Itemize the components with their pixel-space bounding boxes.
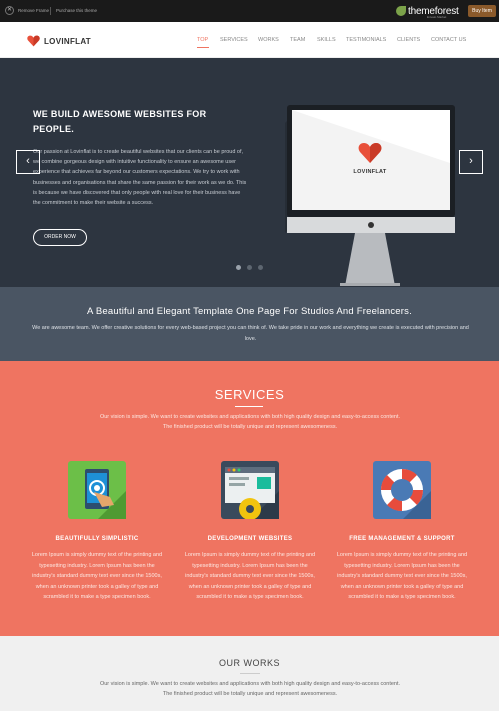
imac-illustration — [285, 105, 455, 286]
slider-dots — [236, 265, 263, 270]
nav-item-team[interactable]: TEAM — [290, 37, 305, 43]
service-card: FREE MANAGEMENT & SUPPORT Lorem Ipsum is… — [332, 461, 472, 603]
hero-text: Our passion at Lovinflat is to create be… — [33, 149, 247, 207]
service-title: DEVELOPMENT WEBSITES — [207, 536, 293, 542]
works-section: OUR WORKS Our vision is simple. We want … — [0, 636, 499, 711]
nav-item-clients[interactable]: CLIENTS — [397, 37, 420, 43]
tagline-section: A Beautiful and Elegant Template One Pag… — [0, 287, 499, 361]
buy-item-button[interactable]: Buy Item — [468, 5, 496, 17]
next-slide-icon[interactable]: › — [459, 150, 483, 174]
prev-slide-icon[interactable]: ‹ — [16, 150, 40, 174]
title-underline — [240, 673, 260, 674]
nav-item-works[interactable]: WORKS — [258, 37, 279, 43]
service-title: FREE MANAGEMENT & SUPPORT — [349, 536, 455, 542]
nav-item-services[interactable]: SERVICES — [220, 37, 248, 43]
brand-subtitle: Envato Market — [427, 15, 447, 19]
title-underline — [235, 406, 263, 407]
active-nav-underline — [197, 47, 209, 48]
service-card: DEVELOPMENT WEBSITES Lorem Ipsum is simp… — [180, 461, 320, 603]
order-now-button[interactable]: ORDER NOW — [33, 229, 87, 246]
remove-frame-link[interactable]: Remove Frame — [18, 8, 49, 13]
purchase-theme-link[interactable]: Purchase this theme — [56, 8, 97, 13]
themeforest-logo[interactable]: themeforest Envato Market — [396, 4, 459, 19]
services-intro-line-1: Our vision is simple. We want to create … — [99, 414, 401, 420]
nav-item-contact[interactable]: CONTACT US — [431, 37, 466, 43]
leaf-icon — [396, 6, 406, 16]
site-header: LOVINFLAT TOP SERVICES WORKS TEAM SKILLS… — [0, 22, 499, 58]
screen-logo-text: LOVINFLAT — [353, 169, 387, 175]
services-title: SERVICES — [214, 387, 285, 402]
tagline-title: A Beautiful and Elegant Template One Pag… — [87, 306, 412, 317]
preview-bar: ✕ Remove Frame Purchase this theme theme… — [0, 0, 499, 22]
close-icon[interactable]: ✕ — [5, 6, 14, 15]
service-card: BEAUTIFULLY SIMPLISTIC Lorem Ipsum is si… — [27, 461, 167, 603]
services-intro: Our vision is simple. We want to create … — [70, 412, 430, 432]
site-logo[interactable]: LOVINFLAT — [27, 35, 91, 47]
logo-text: LOVINFLAT — [44, 36, 91, 46]
slide-dot-active[interactable] — [236, 265, 241, 270]
heart-icon — [27, 35, 40, 47]
service-title: BEAUTIFULLY SIMPLISTIC — [55, 536, 139, 542]
slide-dot[interactable] — [258, 265, 263, 270]
browser-gear-icon — [221, 461, 279, 520]
hero-slider: WE BUILD AWESOME WEBSITES FOR PEOPLE. Ou… — [0, 58, 499, 287]
touch-tablet-icon — [68, 461, 126, 519]
slide-dot[interactable] — [247, 265, 252, 270]
hero-title: WE BUILD AWESOME WEBSITES FOR PEOPLE. — [33, 109, 207, 134]
services-intro-line-2: The finished product will be totally uni… — [162, 424, 338, 430]
works-intro-line-2: The finished product will be totally uni… — [162, 691, 338, 697]
nav-item-testimonials[interactable]: TESTIMONIALS — [346, 37, 386, 43]
lifebuoy-icon — [373, 461, 431, 519]
service-text: Lorem Ipsum is simply dummy text of the … — [184, 552, 316, 600]
services-section: SERVICES Our vision is simple. We want t… — [0, 361, 499, 636]
tagline-text: We are awesome team. We offer creative s… — [32, 325, 469, 342]
service-text: Lorem Ipsum is simply dummy text of the … — [31, 552, 163, 600]
service-text: Lorem Ipsum is simply dummy text of the … — [336, 552, 468, 600]
works-title: OUR WORKS — [218, 658, 280, 668]
works-intro-line-1: Our vision is simple. We want to create … — [99, 681, 401, 687]
divider — [50, 7, 51, 15]
nav-item-skills[interactable]: SKILLS — [317, 37, 336, 43]
nav-item-top[interactable]: TOP — [197, 37, 208, 43]
works-intro: Our vision is simple. We want to create … — [60, 679, 440, 699]
